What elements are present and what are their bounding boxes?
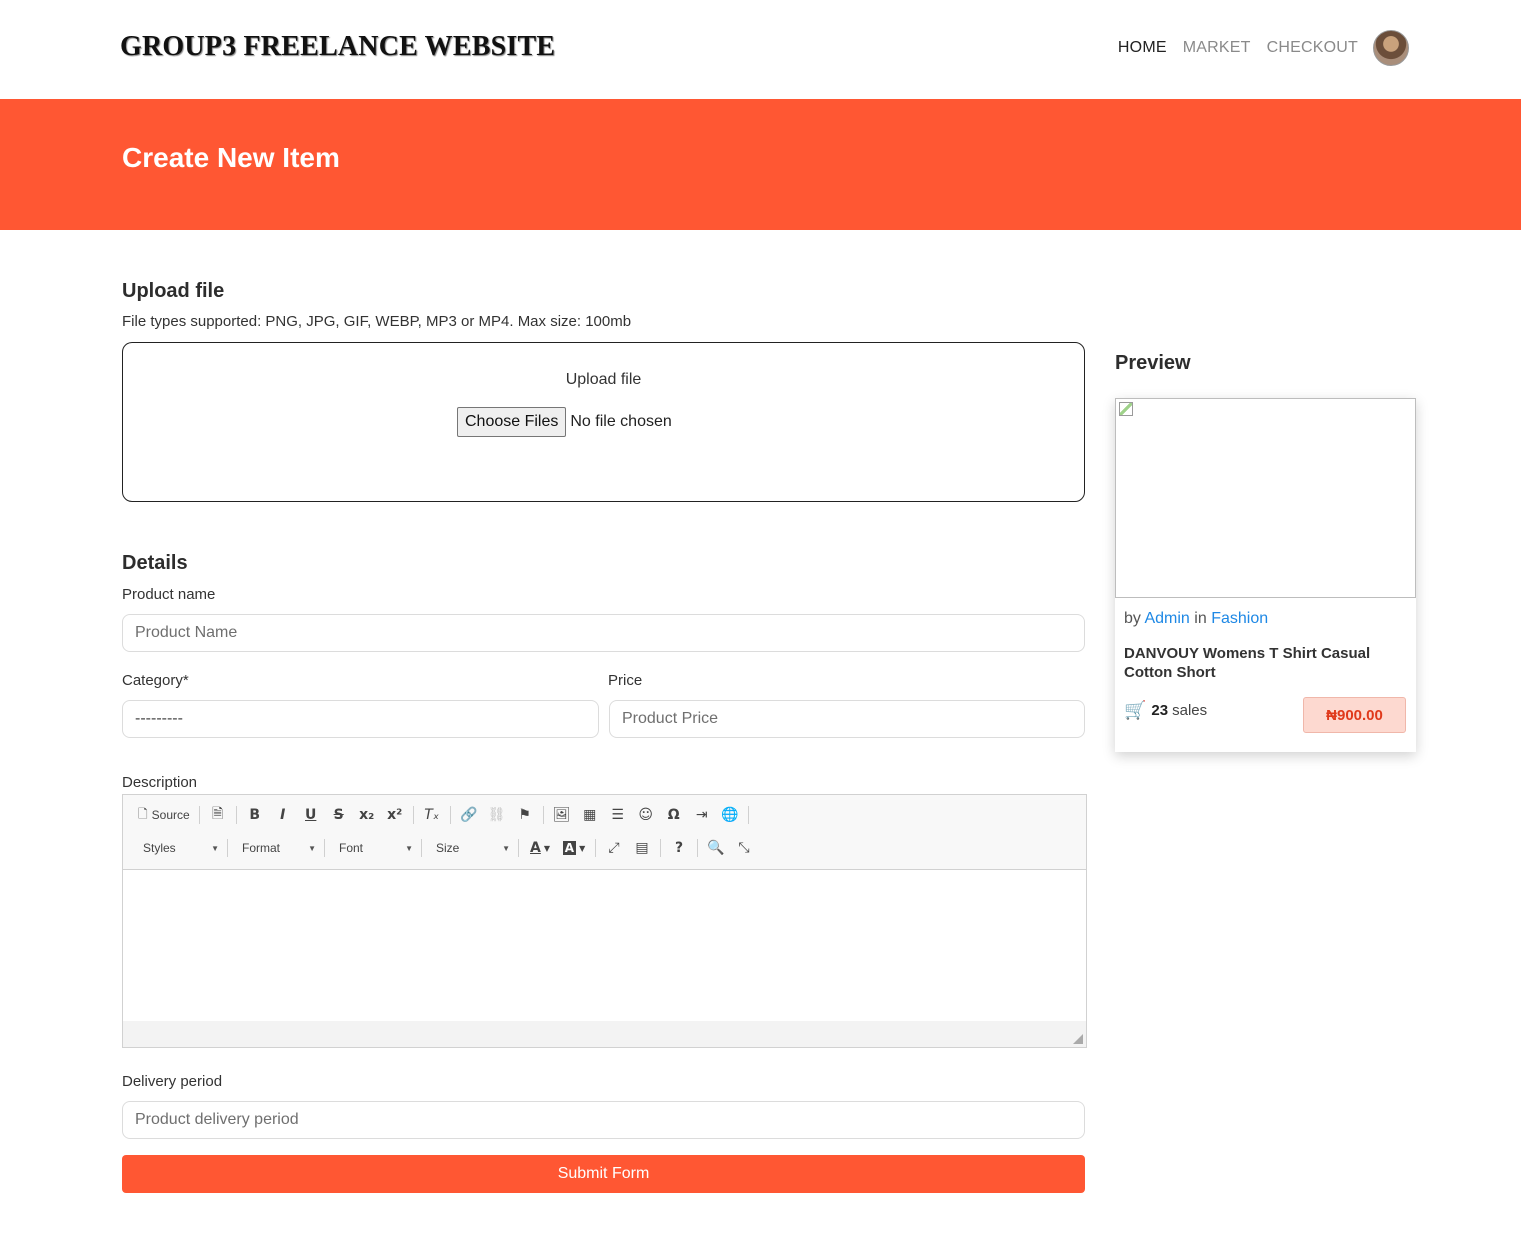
maximize-icon[interactable]: ⤢ — [601, 836, 627, 860]
toolbar-separator — [595, 839, 596, 857]
toolbar-separator — [421, 839, 422, 857]
toolbar-separator — [449, 806, 451, 824]
top-navbar: GROUP3 FREELANCE WEBSITE HOME MARKET CHE… — [0, 0, 1521, 99]
toolbar-separator — [747, 806, 749, 824]
preview-image — [1115, 398, 1416, 598]
toolbar-separator — [697, 839, 698, 857]
upload-heading: Upload file — [122, 280, 225, 302]
delivery-label: Delivery period — [122, 1073, 223, 1090]
upload-dropzone[interactable]: Upload file Choose Files No file chosen — [122, 342, 1085, 502]
submit-button[interactable]: Submit Form — [122, 1155, 1085, 1193]
italic-icon[interactable]: I — [270, 803, 296, 827]
toolbar-row-1: 🗋 Source 🗎 B I U S x₂ x² Tₓ 🔗 ⛓ ⚑ 🖼 ▦ ☰ ☺… — [133, 803, 753, 827]
sales-text: sales — [1172, 702, 1208, 719]
toolbar-separator — [235, 806, 237, 824]
bold-icon[interactable]: B — [242, 803, 268, 827]
link-icon[interactable]: 🔗 — [456, 803, 482, 827]
horizontal-rule-icon[interactable]: ☰ — [605, 803, 631, 827]
toolbar-separator — [542, 806, 544, 824]
underline-icon[interactable]: U — [298, 803, 324, 827]
site-brand[interactable]: GROUP3 FREELANCE WEBSITE — [120, 31, 555, 63]
price-input[interactable] — [609, 700, 1085, 738]
size-combo[interactable]: Size ▼ — [426, 836, 514, 860]
page-banner: Create New Item — [0, 99, 1521, 230]
product-name-label: Product name — [122, 586, 216, 603]
iframe-icon[interactable]: 🌐 — [717, 803, 743, 827]
format-combo[interactable]: Format ▼ — [232, 836, 320, 860]
description-label: Description — [122, 774, 198, 791]
toolbar-row-2: Styles ▼ Format ▼ Font ▼ Size ▼ A ▼ A ▼ ⤢ ▤ ? … — [133, 836, 758, 860]
table-icon[interactable]: ▦ — [577, 803, 603, 827]
font-combo[interactable]: Font ▼ — [329, 836, 417, 860]
delivery-input[interactable] — [122, 1101, 1085, 1139]
chevron-down-icon: ▼ — [405, 843, 413, 853]
dropzone-label: Upload file — [565, 371, 642, 388]
preview-product-title[interactable]: DANVOUY Womens T Shirt Casual Cotton Sho… — [1124, 644, 1409, 682]
preview-heading: Preview — [1115, 352, 1191, 374]
source-icon: 🗋 — [138, 806, 148, 821]
nav-home-link[interactable]: HOME — [1118, 39, 1167, 57]
superscript-icon[interactable]: x² — [382, 803, 408, 827]
editor-content-area[interactable] — [123, 870, 1086, 1021]
editor-toolbar: 🗋 Source 🗎 B I U S x₂ x² Tₓ 🔗 ⛓ ⚑ 🖼 ▦ ☰ ☺… — [123, 795, 1086, 870]
toolbar-separator — [227, 839, 228, 857]
upload-note: File types supported: PNG, JPG, GIF, WEB… — [122, 313, 632, 330]
source-button[interactable]: 🗋 Source — [134, 803, 194, 827]
file-input[interactable]: Choose Files No file chosen — [457, 407, 672, 437]
chevron-down-icon: ▼ — [502, 843, 510, 853]
chevron-down-icon: ▼ — [308, 843, 316, 853]
nav-checkout-link[interactable]: CHECKOUT — [1267, 39, 1358, 57]
templates-icon[interactable]: 🗎 — [205, 803, 231, 827]
smiley-icon[interactable]: ☺ — [633, 803, 659, 827]
preview-card[interactable]: by Admin in Fashion DANVOUY Womens T Shi… — [1115, 398, 1416, 752]
editor-status-bar — [123, 1021, 1086, 1047]
price-badge: ₦900.00 — [1303, 697, 1406, 733]
subscript-icon[interactable]: x₂ — [354, 803, 380, 827]
resize-handle-icon[interactable] — [1073, 1034, 1083, 1044]
text-color-icon[interactable]: A ▼ — [524, 836, 556, 860]
nav-market-link[interactable]: MARKET — [1183, 39, 1251, 57]
author-link[interactable]: Admin — [1144, 610, 1189, 627]
toolbar-separator — [198, 806, 200, 824]
preview-icon[interactable]: 🔍 — [703, 836, 729, 860]
file-status-text: No file chosen — [570, 413, 672, 430]
choose-files-button[interactable]: Choose Files — [457, 407, 567, 437]
strike-icon[interactable]: S — [326, 803, 352, 827]
description-editor: 🗋 Source 🗎 B I U S x₂ x² Tₓ 🔗 ⛓ ⚑ 🖼 ▦ ☰ ☺… — [122, 794, 1087, 1048]
bg-color-icon[interactable]: A ▼ — [558, 836, 590, 860]
category-link[interactable]: Fashion — [1211, 610, 1268, 627]
toolbar-separator — [518, 839, 519, 857]
toolbar-separator — [660, 839, 661, 857]
page-break-icon[interactable]: ⇥ — [689, 803, 715, 827]
category-select[interactable]: --------- — [122, 700, 599, 738]
page-title: Create New Item — [122, 142, 340, 173]
price-label: Price — [608, 672, 643, 689]
main-nav: HOME MARKET CHECKOUT — [1102, 30, 1409, 66]
category-label: Category* — [122, 672, 189, 689]
cart-icon: 🛒 — [1124, 700, 1147, 721]
toolbar-separator — [324, 839, 325, 857]
product-name-input[interactable] — [122, 614, 1085, 652]
about-icon[interactable]: ? — [666, 836, 692, 860]
details-heading: Details — [122, 552, 188, 574]
user-avatar[interactable] — [1373, 30, 1409, 66]
anchor-icon[interactable]: ⚑ — [512, 803, 538, 827]
sales-count: 23 — [1151, 702, 1169, 719]
preview-byline: by Admin in Fashion — [1124, 610, 1269, 627]
show-blocks-icon[interactable]: ▤ — [629, 836, 655, 860]
toolbar-separator — [412, 806, 414, 824]
fullscreen-icon[interactable]: ⤡ — [731, 836, 757, 860]
broken-image-icon — [1119, 402, 1133, 416]
chevron-down-icon: ▼ — [211, 843, 219, 853]
image-icon[interactable]: 🖼 — [549, 803, 575, 827]
unlink-icon[interactable]: ⛓ — [484, 803, 510, 827]
styles-combo[interactable]: Styles ▼ — [133, 836, 223, 860]
remove-format-icon[interactable]: Tₓ — [419, 803, 445, 827]
sales-info: 🛒 23 sales — [1124, 700, 1207, 721]
special-char-icon[interactable]: Ω — [661, 803, 687, 827]
